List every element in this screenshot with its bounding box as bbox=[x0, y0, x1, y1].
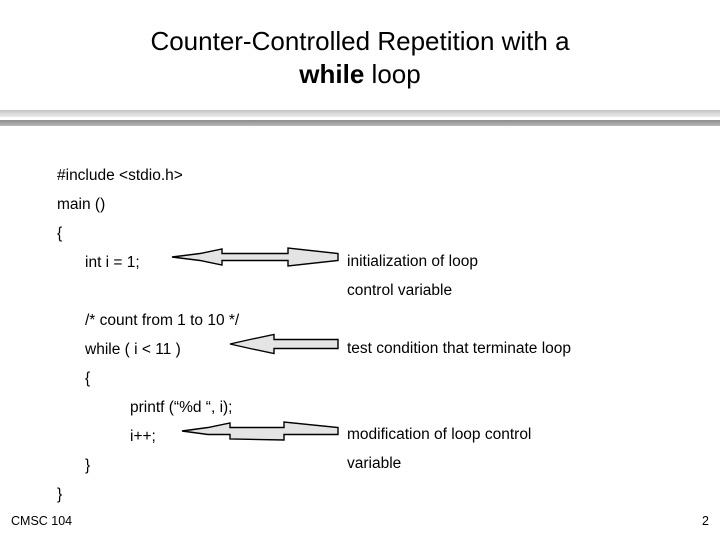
annotation-initialization: initialization of loop control variable bbox=[347, 253, 478, 299]
callout-arrow-initialization bbox=[171, 247, 339, 267]
title-line-2: while loop bbox=[40, 58, 680, 91]
header-divider bbox=[0, 110, 720, 128]
footer-course-label: CMSC 104 bbox=[11, 514, 73, 528]
footer-page-number: 2 bbox=[702, 514, 709, 528]
annotation-modification: modification of loop control variable bbox=[347, 426, 532, 472]
callout-arrow-modification bbox=[181, 421, 339, 441]
divider-bar-light bbox=[0, 110, 720, 117]
title-line-2-rest: loop bbox=[364, 59, 421, 89]
code-line: printf (“%d “, i); bbox=[130, 399, 233, 416]
code-line: } bbox=[85, 457, 91, 474]
code-line: { bbox=[57, 225, 63, 242]
page-title: Counter-Controlled Repetition with a whi… bbox=[40, 25, 680, 91]
code-line: /* count from 1 to 10 */ bbox=[85, 312, 240, 329]
code-line: { bbox=[85, 370, 91, 387]
callout-arrow-test-condition bbox=[229, 333, 339, 355]
title-keyword-while: while bbox=[299, 59, 365, 89]
slide-canvas: Counter-Controlled Repetition with a whi… bbox=[0, 0, 720, 540]
divider-bar-dark bbox=[0, 120, 720, 126]
title-line-1: Counter-Controlled Repetition with a bbox=[150, 26, 570, 56]
code-line: main () bbox=[57, 196, 106, 213]
code-line: #include <stdio.h> bbox=[57, 167, 183, 184]
annotation-test-condition: test condition that terminate loop bbox=[347, 340, 572, 357]
code-line: } bbox=[57, 486, 63, 503]
